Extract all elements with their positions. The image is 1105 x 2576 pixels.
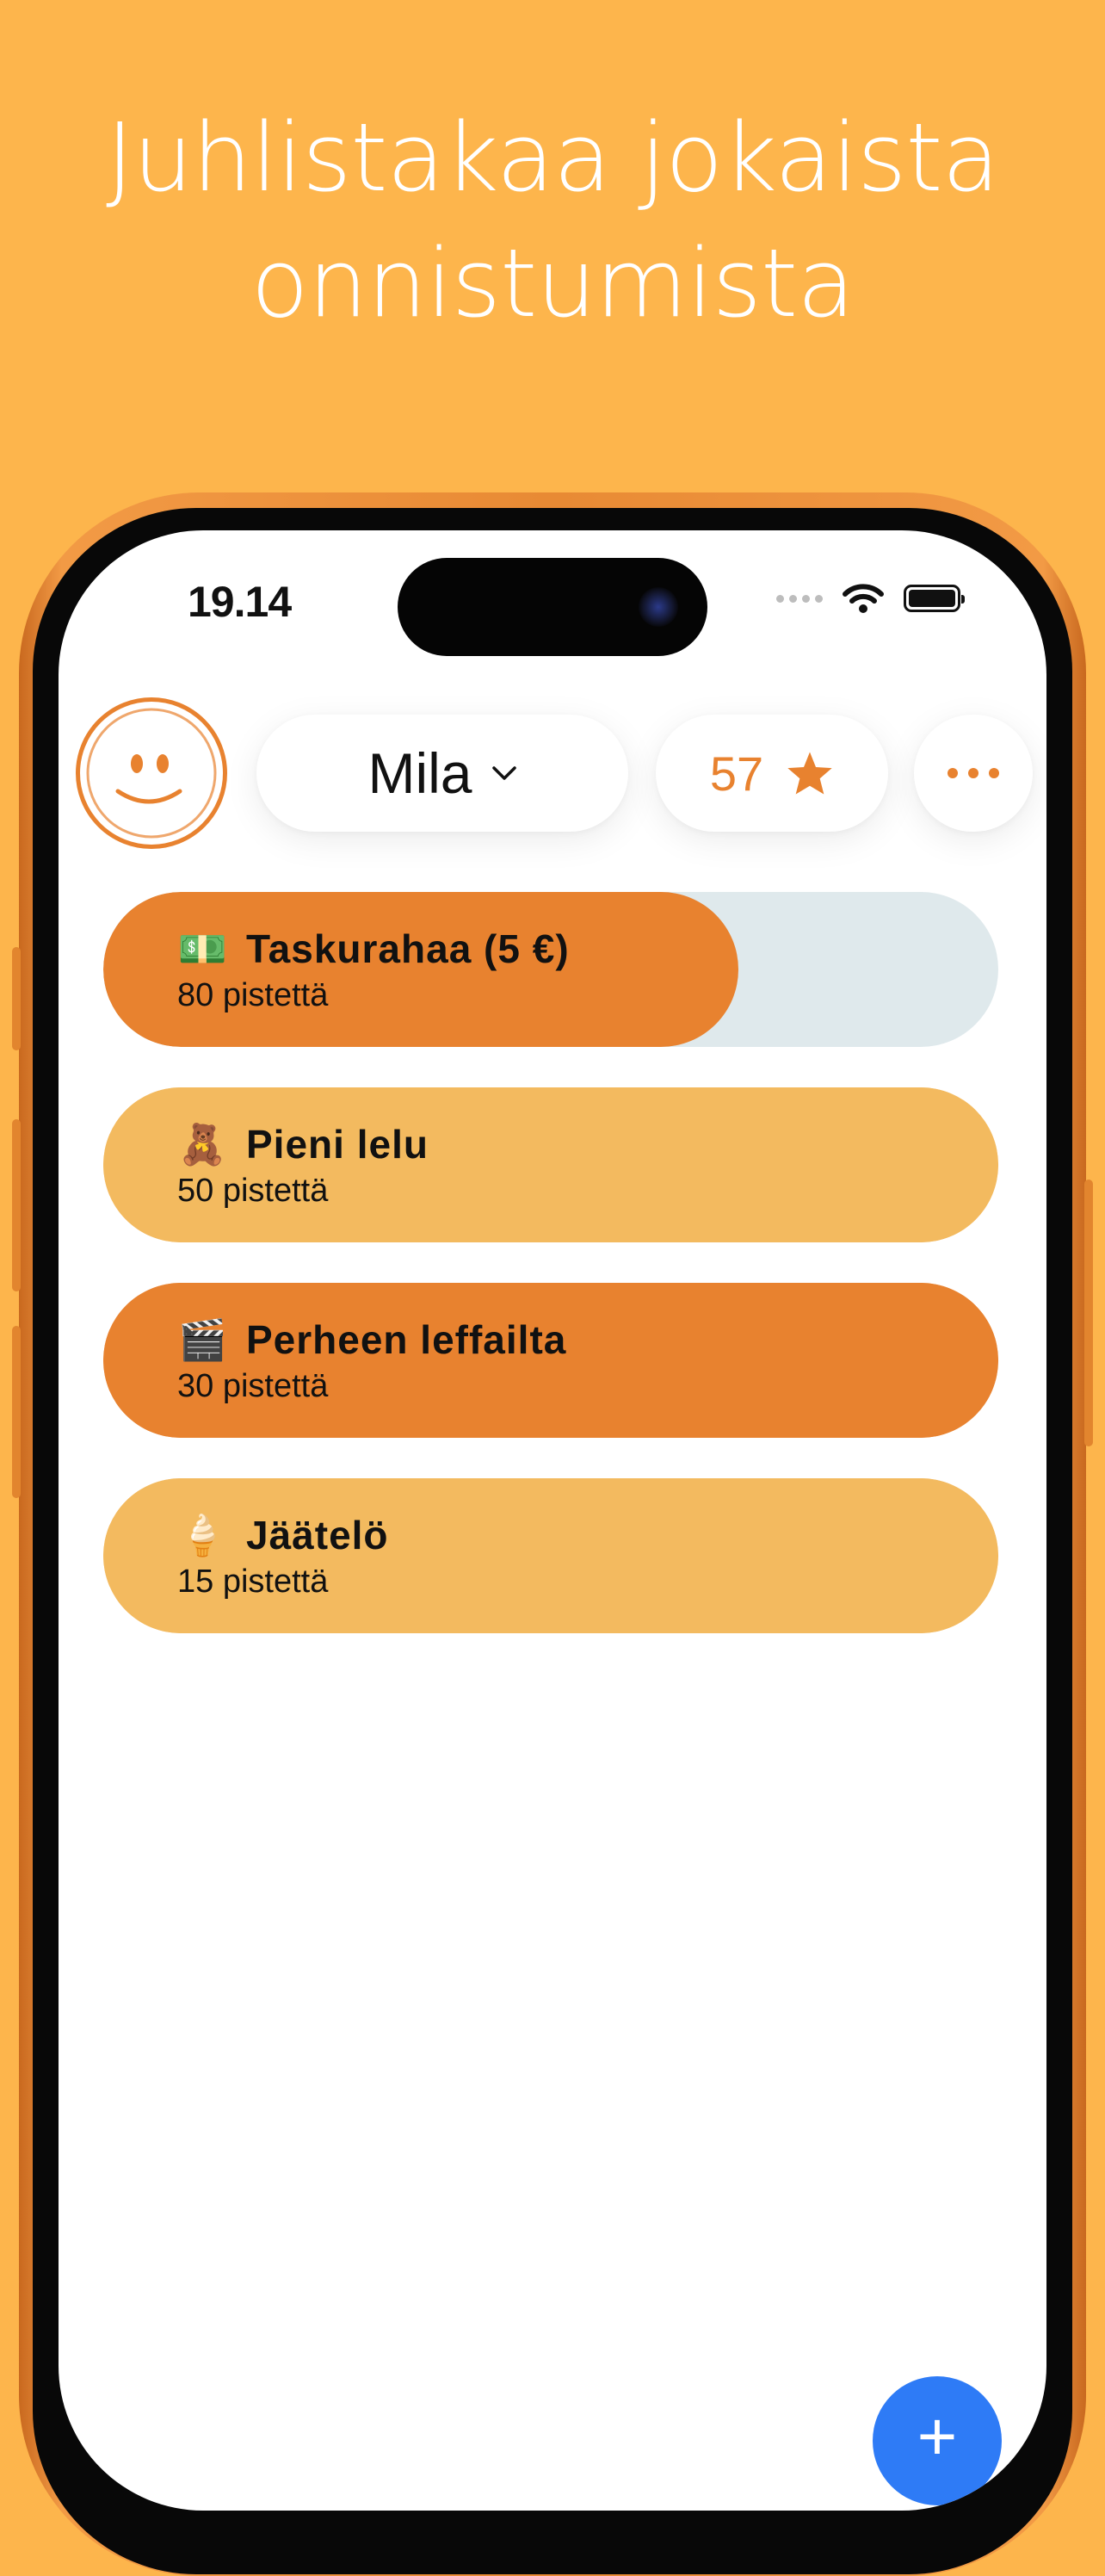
points-value: 57 [709,746,764,801]
reward-points: 30 pistettä [177,1368,329,1404]
reward-emoji-icon: 🎬 [177,1317,229,1362]
reward-emoji-icon: 🧸 [177,1122,229,1167]
headline-line-2: onnistumista [250,228,855,338]
reward-title-row: 💵 Taskurahaa (5 €) [177,925,570,973]
reward-item[interactable]: 🎬 Perheen leffailta 30 pistettä [103,1283,998,1438]
reward-content: 🧸 Pieni lelu 50 pistettä [177,1120,429,1211]
add-reward-button[interactable]: + [873,2376,1002,2505]
reward-points: 80 pistettä [177,977,329,1013]
reward-points: 15 pistettä [177,1564,329,1600]
avatar[interactable] [76,697,227,849]
user-name: Mila [367,741,472,805]
reward-title-row: 🧸 Pieni lelu [177,1120,429,1168]
reward-item[interactable]: 🧸 Pieni lelu 50 pistettä [103,1087,998,1242]
reward-title-row: 🍦 Jäätelö [177,1511,389,1559]
dynamic-island [398,558,707,656]
reward-content: 🎬 Perheen leffailta 30 pistettä [177,1316,566,1407]
reward-title-row: 🎬 Perheen leffailta [177,1316,566,1364]
phone-screen: 19.14 Mila 57 💵 Taskurahaa (5 €) 80 pist… [59,530,1046,2511]
reward-emoji-icon: 💵 [177,926,229,971]
user-selector[interactable]: Mila [256,715,628,832]
wifi-icon [843,584,884,613]
reward-content: 💵 Taskurahaa (5 €) 80 pistettä [177,925,570,1016]
headline: Juhlistakaa jokaista onnistumista [0,95,1105,346]
star-icon [787,752,832,795]
reward-content: 🍦 Jäätelö 15 pistettä [177,1511,389,1602]
points-badge[interactable]: 57 [656,715,888,832]
headline-line-1: Juhlistakaa jokaista [106,102,1000,213]
phone-side-button [12,1326,21,1498]
camera-icon [639,587,678,627]
chevron-down-icon [491,766,516,780]
reward-item[interactable]: 🍦 Jäätelö 15 pistettä [103,1478,998,1633]
phone-side-button [12,1119,21,1291]
phone-side-button [1084,1180,1093,1446]
reward-points: 50 pistettä [177,1173,329,1209]
ellipsis-icon [948,768,999,778]
reward-title: Perheen leffailta [246,1317,567,1362]
reward-title: Jäätelö [246,1513,389,1557]
reward-emoji-icon: 🍦 [177,1513,229,1557]
phone-side-button [12,947,21,1050]
signal-icon [776,594,823,603]
battery-icon [904,585,965,612]
status-time: 19.14 [188,578,292,626]
more-button[interactable] [914,715,1033,832]
reward-title: Taskurahaa (5 €) [246,926,570,971]
smiley-face-icon [86,708,217,839]
reward-title: Pieni lelu [246,1122,429,1167]
plus-icon: + [917,2398,958,2474]
reward-item[interactable]: 💵 Taskurahaa (5 €) 80 pistettä [103,892,998,1047]
status-icons [776,582,965,615]
